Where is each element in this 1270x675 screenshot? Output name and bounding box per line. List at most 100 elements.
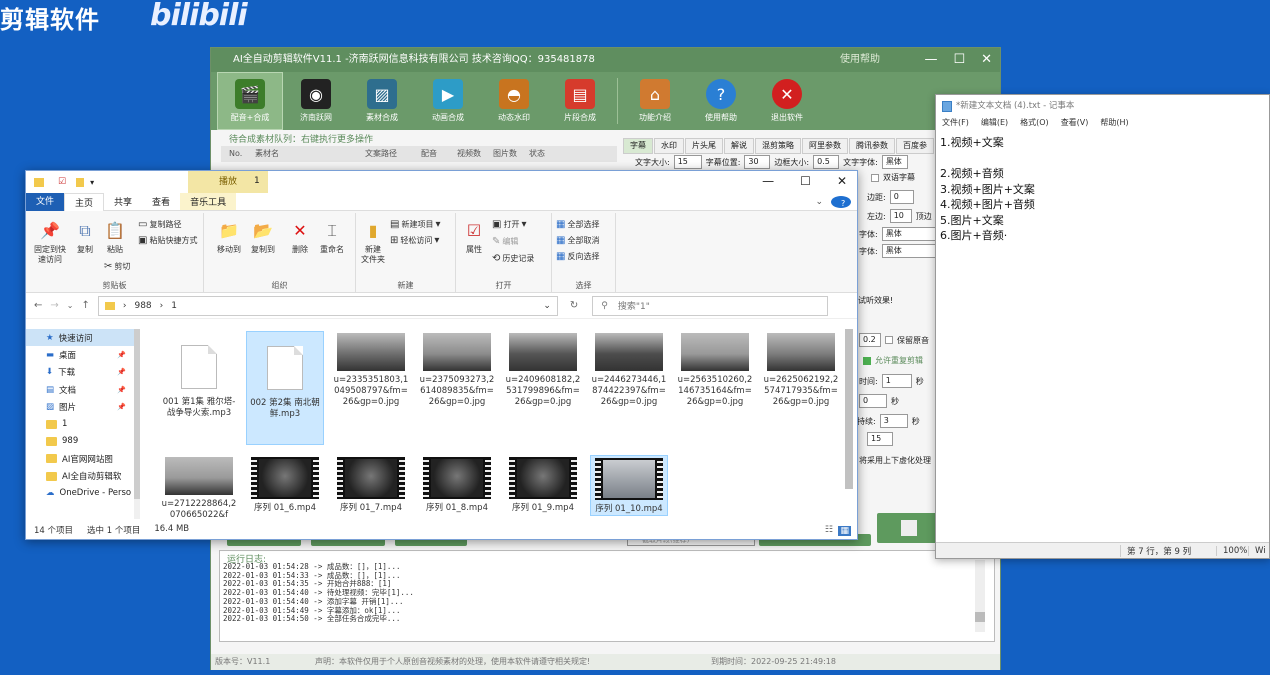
log-scrollbar[interactable]	[975, 560, 985, 632]
file-item[interactable]: u=2335351803,1049508797&fm=26&gp=0.jpg	[332, 331, 410, 408]
font-size-input[interactable]: 15	[673, 155, 702, 169]
large-icons-view-icon[interactable]: ▦	[838, 526, 851, 536]
minimize-icon[interactable]: —	[762, 174, 774, 188]
move-to-button[interactable]: 📁 移动到	[214, 219, 244, 255]
notepad-text-area[interactable]: 1.视频+文案 2.视频+音频 3.视频+图片+文案 4.视频+图片+音频 5.图片+文…	[936, 133, 1269, 543]
customize-qat-icon[interactable]: ▾	[90, 178, 94, 187]
duration-input[interactable]: 3	[879, 414, 908, 428]
path-segment-988[interactable]: 988	[134, 301, 151, 311]
chevron-down-icon[interactable]: ⌄	[805, 195, 833, 209]
file-item[interactable]: 002 第2集 南北朝鲜.mp3	[246, 331, 324, 445]
settings-tab[interactable]: 阿里参数	[802, 138, 848, 154]
help-icon[interactable]: ?	[831, 196, 851, 208]
paste-shortcut-button[interactable]: ▣ 粘贴快捷方式	[138, 235, 197, 246]
file-item[interactable]: 序列 01_8.mp4	[418, 455, 496, 514]
toolbar-button-7[interactable]: ? 使用帮助	[688, 72, 754, 130]
queue-col-header[interactable]: 文案路径	[357, 146, 413, 162]
left-input[interactable]: 10	[889, 209, 912, 223]
recent-icon[interactable]: ⌄	[67, 301, 74, 310]
file-item[interactable]: 序列 01_6.mp4	[246, 455, 324, 514]
font1-select[interactable]: 黑体	[881, 227, 938, 241]
nav-item[interactable]: ☁ OneDrive - Perso	[26, 485, 134, 502]
toolbar-button-6[interactable]: ⌂ 功能介绍	[622, 72, 688, 130]
toolbar-button-4[interactable]: ◓ 动态水印	[481, 72, 547, 130]
font-select[interactable]: 黑体	[881, 155, 908, 169]
toolbar-button-3[interactable]: ▶ 动画合成	[415, 72, 481, 130]
nav-item[interactable]: 989	[26, 433, 134, 450]
settings-tab[interactable]: 腾讯参数	[849, 138, 895, 154]
nav-item[interactable]: AI官网网站图	[26, 450, 134, 467]
preview-button[interactable]: 试听效果!	[858, 295, 893, 306]
edit-button[interactable]: ✎ 编辑	[492, 236, 518, 247]
select-all-button[interactable]: ▦ 全部选择	[556, 219, 599, 230]
cut-button[interactable]: ✂ 剪切	[104, 261, 130, 272]
maximize-icon[interactable]: ☐	[800, 174, 811, 188]
toolbar-button-8[interactable]: ✕ 退出软件	[754, 72, 820, 130]
files-scrollbar[interactable]	[845, 329, 853, 489]
file-item[interactable]: u=2563510260,2146735164&fm=26&gp=0.jpg	[676, 331, 754, 408]
close-icon[interactable]: ✕	[837, 174, 847, 188]
file-item[interactable]: u=2375093273,2614089835&fm=26&gp=0.jpg	[418, 331, 496, 408]
settings-tab[interactable]: 解说	[724, 138, 754, 154]
keep-audio-checkbox[interactable]: 保留原音	[897, 335, 929, 346]
search-input[interactable]: ⚲ 搜索"1"	[592, 295, 829, 316]
new-folder-quick-icon[interactable]	[76, 177, 85, 187]
notepad-menu-item[interactable]: 格式(O)	[1020, 117, 1049, 133]
copy-button[interactable]: ⧉ 复制	[72, 219, 98, 255]
copy-path-button[interactable]: ▭ 复制路径	[138, 219, 181, 230]
file-item[interactable]: u=2446273446,1874422397&fm=26&gp=0.jpg	[590, 331, 668, 408]
file-item[interactable]: u=2625062192,2574717935&fm=26&gp=0.jpg	[762, 331, 840, 408]
queue-col-header[interactable]: 图片数	[485, 146, 521, 162]
settings-tab[interactable]: 片头尾	[685, 138, 723, 154]
file-item[interactable]: 序列 01_9.mp4	[504, 455, 582, 514]
chevron-down-icon[interactable]: ⌄	[543, 301, 551, 311]
queue-col-header[interactable]: 状态	[521, 146, 557, 162]
paste-button[interactable]: 📋 粘贴	[102, 219, 128, 255]
ribbon-tab[interactable]: 主页	[64, 192, 105, 211]
details-view-icon[interactable]: ☷	[825, 525, 833, 535]
address-bar[interactable]: › 988 › 1 ⌄	[97, 295, 558, 316]
file-item[interactable]: 001 第1集 雅尔塔-战争导火索.mp3	[160, 331, 238, 445]
time-input[interactable]: 1	[881, 374, 912, 388]
notepad-menu-item[interactable]: 查看(V)	[1061, 117, 1089, 133]
delete-button[interactable]: ✕ 删除	[286, 219, 314, 255]
nav-item[interactable]: 1	[26, 415, 134, 432]
notepad-menu-item[interactable]: 文件(F)	[942, 117, 969, 133]
allow-repeat-checkbox[interactable]: 允许重复剪辑	[875, 355, 923, 366]
queue-col-header[interactable]: 配音	[413, 146, 449, 162]
nav-item[interactable]: AI全自动剪辑软	[26, 467, 134, 484]
file-item[interactable]: u=2409608182,2531799896&fm=26&gp=0.jpg	[504, 331, 582, 408]
properties-quick-icon[interactable]: ☑	[58, 177, 66, 187]
ai-help-link[interactable]: 使用帮助	[840, 48, 880, 72]
close-icon[interactable]: ✕	[981, 48, 992, 72]
copy-to-button[interactable]: 📂 复制到	[248, 219, 278, 255]
notepad-menu-item[interactable]: 帮助(H)	[1100, 117, 1128, 133]
file-item[interactable]: 序列 01_7.mp4	[332, 455, 410, 514]
toolbar-button-2[interactable]: ▨ 素材合成	[349, 72, 415, 130]
pin-button[interactable]: 📌 固定到快 速访问	[30, 219, 70, 265]
history-button[interactable]: ⟲ 历史记录	[492, 253, 534, 264]
ribbon-tab[interactable]: 共享	[104, 193, 142, 210]
maximize-icon[interactable]: ☐	[953, 48, 965, 72]
file-item[interactable]: u=2712228864,2070665022&f	[160, 455, 238, 521]
rename-button[interactable]: ⌶ 重命名	[316, 219, 348, 255]
easy-access-button[interactable]: ⊞ 轻松访问 ▾	[390, 235, 439, 246]
minimize-icon[interactable]: —	[924, 48, 937, 72]
nav-scrollbar[interactable]	[134, 329, 140, 519]
queue-col-header[interactable]: No.	[221, 146, 247, 162]
queue-col-header[interactable]: 素材名	[247, 146, 357, 162]
subtitle-pos-input[interactable]: 30	[744, 155, 771, 169]
select-none-button[interactable]: ▦ 全部取消	[556, 235, 599, 246]
start-button[interactable]	[877, 513, 941, 543]
refresh-icon[interactable]: ↻	[570, 300, 578, 311]
nav-item[interactable]: ▤ 文档 📌	[26, 381, 134, 398]
new-item-button[interactable]: ▤ 新建项目 ▾	[390, 219, 440, 230]
settings-tab[interactable]: 百度参	[896, 138, 934, 154]
font2-select[interactable]: 黑体	[881, 244, 938, 258]
nav-item[interactable]: ▬ 桌面 📌	[26, 346, 134, 363]
properties-button[interactable]: ☑ 属性	[460, 219, 488, 255]
settings-tab[interactable]: 混剪策略	[755, 138, 801, 154]
toolbar-button-0[interactable]: 🎬 配音+合成	[217, 72, 283, 130]
ribbon-tab[interactable]: 音乐工具	[180, 193, 237, 210]
up-icon[interactable]: ↑	[81, 300, 89, 311]
